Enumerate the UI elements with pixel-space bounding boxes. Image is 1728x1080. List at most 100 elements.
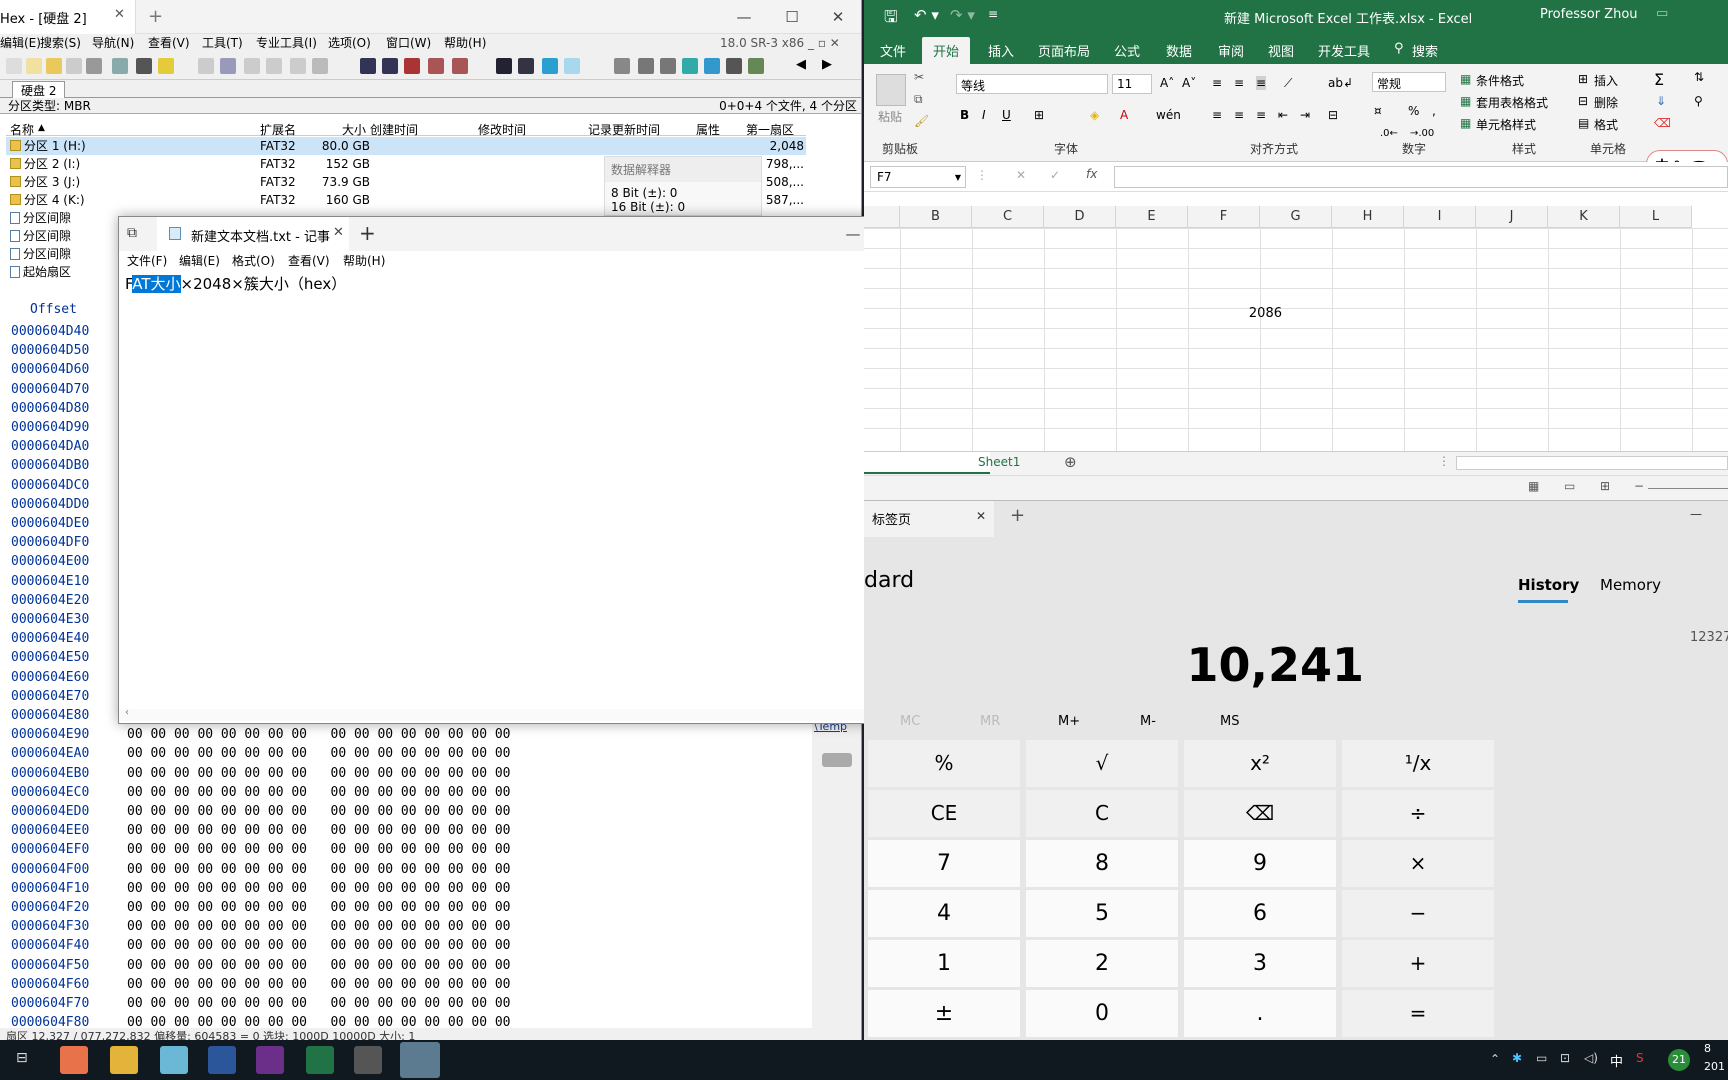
hex-row[interactable]: 0000604DD0	[11, 497, 89, 516]
taskbar-ime[interactable]: 中	[1610, 1051, 1623, 1070]
clear-icon[interactable]: ⌫	[1654, 116, 1671, 130]
hex-row[interactable]: 0000604EA0 00 00 00 00 00 00 00 00 00 00 …	[11, 746, 511, 765]
delete-icon[interactable]: ⊟	[1578, 94, 1588, 108]
menu-options[interactable]: 选项(O)	[328, 34, 371, 52]
eight-button[interactable]: 8	[1026, 840, 1178, 887]
find-icon[interactable]	[360, 58, 376, 74]
hex-row[interactable]: 0000604F30 00 00 00 00 00 00 00 00 00 00 …	[11, 919, 511, 938]
maximize-icon[interactable]: ☐	[768, 0, 816, 34]
find-hex-icon[interactable]	[382, 58, 398, 74]
autosum-icon[interactable]: Σ	[1654, 70, 1664, 89]
merge-icon[interactable]: ⊟	[1328, 108, 1338, 122]
format-icon[interactable]: ▤	[1578, 116, 1589, 130]
hex-row[interactable]: 0000604DF0	[11, 535, 89, 554]
reciprocal-button[interactable]: ¹/x	[1342, 740, 1494, 787]
np-menu-help[interactable]: 帮助(H)	[343, 251, 385, 271]
clipboard-icon[interactable]	[136, 58, 152, 74]
hex-row[interactable]: 0000604EB0 00 00 00 00 00 00 00 00 00 00 …	[11, 766, 511, 785]
comma-icon[interactable]: ,	[1432, 104, 1436, 118]
align-left-icon[interactable]: ≡	[1212, 108, 1222, 122]
decimal-inc-icon[interactable]: .0←	[1380, 128, 1398, 139]
hex-row[interactable]: 0000604F20 00 00 00 00 00 00 00 00 00 00 …	[11, 900, 511, 919]
five-button[interactable]: 5	[1026, 890, 1178, 937]
hex-row[interactable]: 0000604F70 00 00 00 00 00 00 00 00 00 00 …	[11, 996, 511, 1015]
menu-search[interactable]: 搜索(S)	[40, 34, 81, 52]
hex-row[interactable]: 0000604E30	[11, 612, 89, 631]
tray-icon-2[interactable]: ▭	[1536, 1051, 1547, 1065]
col-ext[interactable]: 扩展名	[260, 121, 296, 138]
indent-dec-icon[interactable]: ⇤	[1278, 108, 1288, 122]
task-view-icon[interactable]: ⊟	[16, 1050, 28, 1066]
paste-icon[interactable]	[266, 58, 282, 74]
disk-icon[interactable]	[614, 58, 630, 74]
align-bottom-icon[interactable]: ≡	[1256, 76, 1267, 90]
decimal-dec-icon[interactable]: →.00	[1410, 128, 1434, 139]
sqrt-button[interactable]: √	[1026, 740, 1178, 787]
new-file-icon[interactable]	[26, 58, 42, 74]
italic-icon[interactable]: I	[982, 108, 986, 122]
indent-inc-icon[interactable]: ⇥	[1300, 108, 1310, 122]
forward-icon[interactable]	[564, 58, 580, 74]
hex-row[interactable]: 0000604DE0	[11, 516, 89, 535]
hex-row[interactable]: 0000604E70	[11, 689, 89, 708]
currency-icon[interactable]: ¤	[1374, 104, 1382, 118]
align-right-icon[interactable]: ≡	[1256, 108, 1266, 122]
ms-button[interactable]: MS	[1220, 714, 1239, 729]
cell-style-icon[interactable]: ▦	[1460, 116, 1471, 130]
menu-edit[interactable]: 编辑(E)	[0, 34, 41, 52]
insert-cells-btn[interactable]: 插入	[1594, 72, 1618, 89]
word-icon[interactable]	[208, 1046, 236, 1074]
zoom-out-icon[interactable]: −	[1634, 479, 1644, 493]
normal-view-icon[interactable]: ▦	[1528, 479, 1539, 493]
notepad-icon[interactable]	[400, 1042, 440, 1078]
mplus-button[interactable]: M+	[1058, 714, 1080, 729]
clear-button[interactable]: C	[1026, 790, 1178, 837]
border-icon[interactable]: ⊞	[1034, 108, 1044, 122]
sogou-icon[interactable]: S	[1636, 1051, 1644, 1065]
hex-row[interactable]: 0000604D80	[11, 401, 89, 420]
underline-icon[interactable]: U	[1002, 108, 1011, 122]
equals-button[interactable]: =	[1342, 990, 1494, 1037]
col-attributes[interactable]: 属性	[696, 121, 720, 138]
tray-expand-icon[interactable]: ⌃	[1490, 1052, 1500, 1066]
menu-pro-tools[interactable]: 专业工具(I)	[256, 34, 317, 52]
hex-row[interactable]: 0000604DC0	[11, 478, 89, 497]
hex-row[interactable]: 0000604D40	[11, 324, 89, 343]
format-cells-btn[interactable]: 格式	[1594, 116, 1618, 133]
hex-row[interactable]: 0000604F60 00 00 00 00 00 00 00 00 00 00 …	[11, 977, 511, 996]
hex-row[interactable]: 0000604D70	[11, 382, 89, 401]
notification-badge[interactable]: 21	[1668, 1049, 1690, 1071]
notepad-hscroll[interactable]: ‹ ›	[119, 707, 955, 721]
delete-cells-btn[interactable]: 删除	[1594, 94, 1618, 111]
three-button[interactable]: 3	[1184, 940, 1336, 987]
cancel-entry-icon[interactable]: ✕	[1016, 168, 1026, 182]
next-icon[interactable]: ▶	[822, 57, 832, 72]
format-painter-icon[interactable]: 🖌	[914, 114, 929, 128]
tab-data[interactable]: 数据	[1166, 41, 1192, 60]
four-button[interactable]: 4	[868, 890, 1020, 937]
cell-E-value[interactable]: 2086	[1216, 306, 1282, 321]
notes-icon[interactable]	[158, 58, 174, 74]
explore-icon[interactable]	[704, 58, 720, 74]
tab-developer[interactable]: 开发工具	[1318, 41, 1370, 60]
table-format-icon[interactable]: ▦	[1460, 94, 1471, 108]
binary-icon[interactable]	[312, 58, 328, 74]
column-header[interactable]: D	[1044, 206, 1116, 228]
hex-row[interactable]: 0000604E60	[11, 670, 89, 689]
replace-hex-icon[interactable]	[428, 58, 444, 74]
fill-color-icon[interactable]: ◈	[1090, 108, 1099, 122]
copy-icon[interactable]	[220, 58, 236, 74]
notepad-tab-close-icon[interactable]: ✕	[333, 225, 344, 240]
zoom-slider[interactable]	[1648, 488, 1728, 489]
new-tab-icon[interactable]: +	[148, 6, 163, 27]
cond-format-icon[interactable]: ▦	[1460, 72, 1471, 86]
two-button[interactable]: 2	[1026, 940, 1178, 987]
calc-new-tab-icon[interactable]: +	[1010, 505, 1025, 526]
zero-button[interactable]: 0	[1026, 990, 1178, 1037]
paste-label[interactable]: 粘贴	[878, 108, 902, 125]
prev-icon[interactable]: ◀	[796, 57, 806, 72]
paste-special-icon[interactable]	[290, 58, 306, 74]
network-icon[interactable]: ⊡	[1560, 1051, 1570, 1065]
hex-row[interactable]: 0000604E10	[11, 574, 89, 593]
winhex-tab[interactable]: Hex - [硬盘 2] ✕	[0, 0, 136, 34]
